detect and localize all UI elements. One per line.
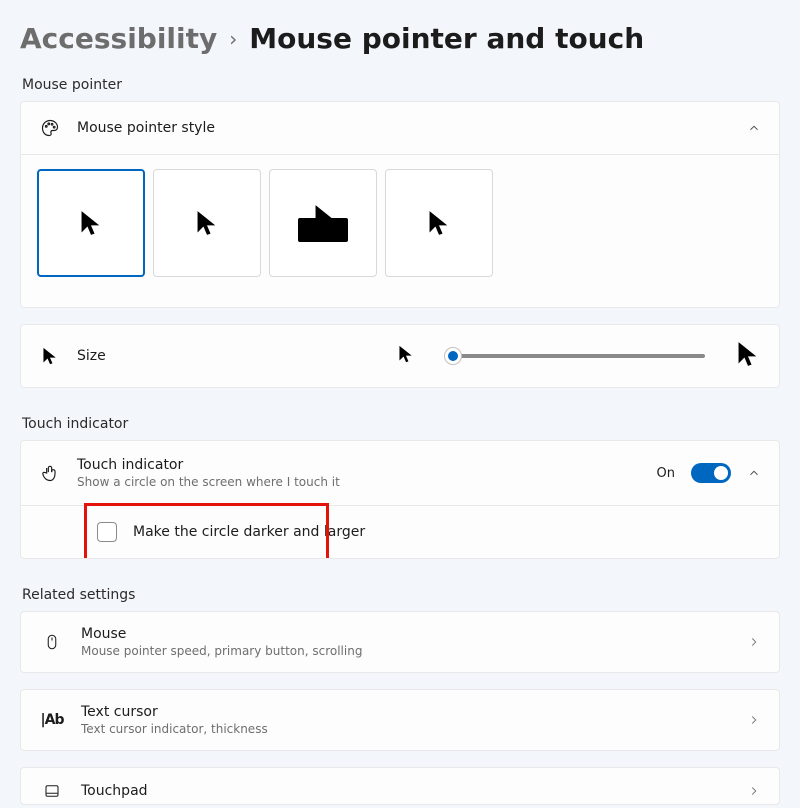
chevron-right-icon (747, 784, 761, 798)
row-title: Mouse (81, 626, 362, 642)
row-subtitle: Show a circle on the screen where I touc… (77, 475, 340, 489)
panel-related-text-cursor: |Ab Text cursor Text cursor indicator, t… (20, 689, 780, 751)
chevron-up-icon (747, 121, 761, 135)
touch-icon (39, 463, 61, 483)
pointer-style-black[interactable] (153, 169, 261, 277)
row-darker-larger[interactable]: Make the circle darker and larger (21, 505, 779, 558)
row-mouse-pointer-style[interactable]: Mouse pointer style (21, 102, 779, 154)
cursor-small-icon (39, 347, 61, 365)
row-touch-indicator[interactable]: Touch indicator Show a circle on the scr… (21, 441, 779, 505)
row-title: Mouse pointer style (77, 120, 215, 136)
row-subtitle: Text cursor indicator, thickness (81, 722, 268, 736)
touchpad-icon (39, 782, 65, 800)
related-text-cursor[interactable]: |Ab Text cursor Text cursor indicator, t… (21, 690, 779, 750)
palette-icon (39, 118, 61, 138)
checkbox-label: Make the circle darker and larger (133, 524, 365, 540)
chevron-up-icon (747, 466, 761, 480)
cursor-large-icon (735, 341, 761, 371)
pointer-style-tiles (21, 154, 779, 307)
toggle-state-label: On (657, 466, 675, 481)
row-subtitle: Mouse pointer speed, primary button, scr… (81, 644, 362, 658)
row-title: Touchpad (81, 783, 148, 799)
touch-indicator-toggle[interactable] (691, 463, 731, 483)
pointer-style-inverted[interactable] (269, 169, 377, 277)
breadcrumb: Accessibility › Mouse pointer and touch (20, 22, 780, 55)
row-title: Size (77, 348, 106, 364)
page-title: Mouse pointer and touch (249, 22, 644, 55)
row-pointer-size: Size (21, 325, 779, 387)
pointer-style-custom[interactable] (385, 169, 493, 277)
chevron-right-icon: › (229, 27, 237, 51)
panel-pointer-size: Size (20, 324, 780, 388)
row-title: Text cursor (81, 704, 268, 720)
related-mouse[interactable]: Mouse Mouse pointer speed, primary butto… (21, 612, 779, 672)
row-title: Touch indicator (77, 457, 340, 473)
chevron-right-icon (747, 713, 761, 727)
cursor-small-icon (397, 345, 415, 367)
section-label-mouse-pointer: Mouse pointer (22, 77, 780, 93)
pointer-size-slider[interactable] (445, 354, 705, 358)
panel-touch-indicator: Touch indicator Show a circle on the scr… (20, 440, 780, 559)
panel-related-mouse: Mouse Mouse pointer speed, primary butto… (20, 611, 780, 673)
related-touchpad[interactable]: Touchpad (21, 768, 779, 804)
section-label-touch-indicator: Touch indicator (22, 416, 780, 432)
chevron-right-icon (747, 635, 761, 649)
pointer-style-white[interactable] (37, 169, 145, 277)
breadcrumb-parent[interactable]: Accessibility (20, 22, 217, 55)
mouse-icon (39, 633, 65, 651)
panel-mouse-pointer-style: Mouse pointer style (20, 101, 780, 308)
text-cursor-icon: |Ab (39, 712, 65, 728)
darker-larger-checkbox[interactable] (97, 522, 117, 542)
panel-related-touchpad: Touchpad (20, 767, 780, 805)
section-label-related: Related settings (22, 587, 780, 603)
